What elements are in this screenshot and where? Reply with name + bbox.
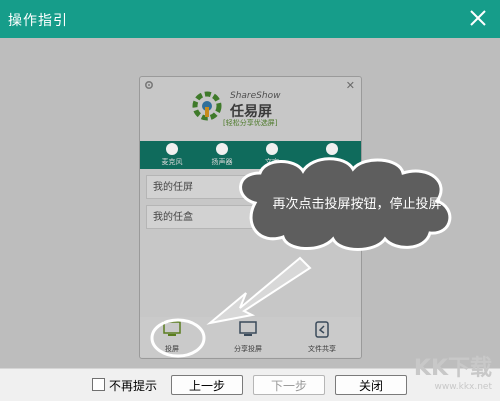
next-button[interactable]: 下一步 [253, 375, 325, 395]
prev-button[interactable]: 上一步 [171, 375, 243, 395]
brand-slogan: [轻松分享优选屏] [223, 119, 278, 127]
highlight-circle [150, 318, 206, 358]
dialog-titlebar: 操作指引 [0, 0, 500, 38]
gear-icon [144, 80, 154, 90]
shareshow-logo-icon [192, 91, 222, 121]
close-button[interactable]: 关闭 [335, 375, 407, 395]
brand-english: ShareShow [230, 91, 281, 101]
dont-show-checkbox[interactable] [92, 378, 105, 391]
close-icon[interactable] [466, 6, 490, 30]
watermark-logo: KK下载 www.kkx.net [413, 356, 492, 392]
microphone-icon [166, 143, 178, 155]
callout-text: 再次点击投屏按钮，停止投屏 [272, 197, 442, 212]
dont-show-label[interactable]: 不再提示 [109, 377, 157, 394]
pointer-arrow-icon [206, 256, 312, 325]
dialog-title: 操作指引 [8, 13, 68, 29]
app-close-icon: ✕ [345, 79, 355, 92]
toolbar-microphone: 麦克风 [152, 143, 192, 169]
